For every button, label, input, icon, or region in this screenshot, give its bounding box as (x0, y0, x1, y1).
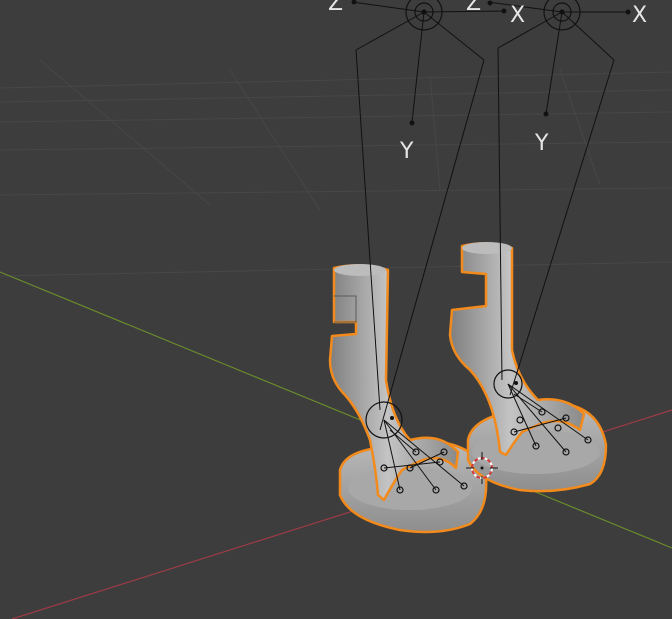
3d-viewport[interactable]: Z X Y Z X Y (0, 0, 672, 619)
empty-right-x-label: X (632, 3, 647, 28)
boot-left[interactable] (328, 264, 488, 534)
empty-right-z-label: Z (466, 0, 481, 16)
boot-left-sole-top (348, 466, 472, 510)
viewport-canvas[interactable]: Z X Y Z X Y (0, 0, 672, 619)
empty-left-z-label: Z (328, 0, 343, 16)
floor-grid (0, 59, 672, 277)
boot-left-opening (334, 264, 386, 276)
empty-left-y-label: Y (399, 139, 414, 164)
boot-right-opening (462, 242, 512, 254)
empty-left-x-label: X (510, 3, 525, 28)
empty-right-y-label: Y (534, 131, 549, 156)
boot-right[interactable] (448, 242, 608, 493)
